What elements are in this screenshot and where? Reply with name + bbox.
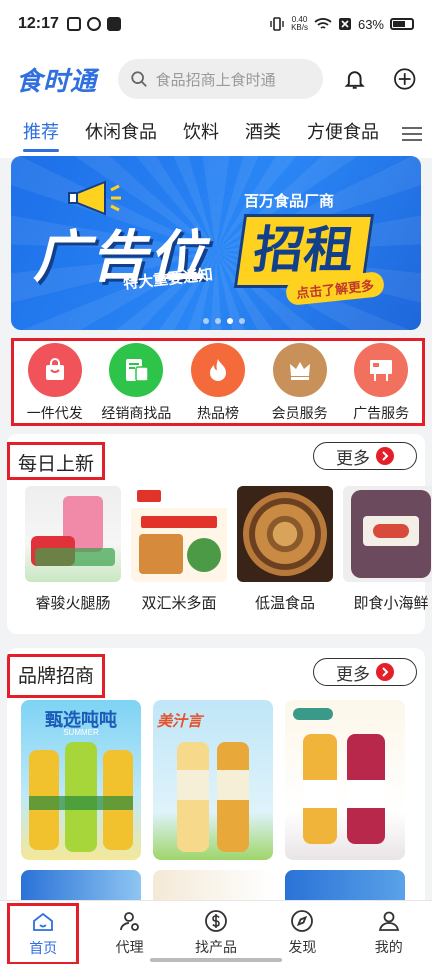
daily-new-section: 每日上新 更多 睿骏火腿肠 双汇米多面 低温食品 即食小海鲜 xyxy=(7,434,432,634)
brand-column xyxy=(285,700,405,908)
billboard-icon xyxy=(354,343,409,397)
quick-link-membership[interactable]: 会员服务 xyxy=(260,343,340,423)
product-card[interactable]: 即食小海鲜 xyxy=(343,486,432,613)
brand-card[interactable]: 甄选吨吨 SUMMER xyxy=(21,700,141,860)
section-title: 品牌招商 xyxy=(7,654,106,698)
tab-label: 代理 xyxy=(115,938,144,955)
menu-icon[interactable] xyxy=(402,126,422,142)
tab-profile[interactable]: 我的 xyxy=(353,909,425,957)
banner-subtitle: 百万食品厂商 xyxy=(244,193,335,210)
search-placeholder: 食品招商上食时通 xyxy=(155,71,276,89)
notification-icons xyxy=(66,17,121,31)
user-icon xyxy=(378,911,399,931)
crown-icon xyxy=(272,343,327,397)
status-time: 12:17 xyxy=(18,15,59,32)
tab-label: 首页 xyxy=(29,939,58,956)
vibrate-icon xyxy=(270,17,284,31)
brand-column: 甄选吨吨 SUMMER xyxy=(21,700,141,908)
quick-link-label: 广告服务 xyxy=(353,405,410,421)
add-circle-icon[interactable] xyxy=(393,67,416,91)
tab-agent[interactable]: 代理 xyxy=(94,909,166,957)
tab-drinks[interactable]: 饮料 xyxy=(170,110,232,158)
app-header: 食时通 食品招商上食时通 xyxy=(0,48,432,110)
brand-heading-sub: SUMMER xyxy=(63,728,99,737)
product-card[interactable]: 睿骏火腿肠 xyxy=(25,486,121,613)
battery-percent: 63% xyxy=(357,16,384,32)
compass-icon xyxy=(291,909,314,932)
more-label: 更多 xyxy=(336,664,370,684)
section-title: 每日上新 xyxy=(7,442,106,480)
carousel-dots xyxy=(203,318,245,324)
wifi-icon xyxy=(314,18,332,29)
tab-home[interactable]: 首页 xyxy=(7,902,80,964)
carousel-dot xyxy=(215,318,221,324)
tab-discover[interactable]: 发现 xyxy=(266,909,338,957)
quick-link-label: 经销商找品 xyxy=(101,405,172,421)
product-image xyxy=(25,486,121,582)
product-name: 即食小海鲜 xyxy=(353,595,429,612)
product-list: 睿骏火腿肠 双汇米多面 低温食品 即食小海鲜 xyxy=(25,486,432,613)
quick-link-advertising[interactable]: 广告服务 xyxy=(341,343,421,423)
product-image xyxy=(237,486,333,582)
tab-label: 发现 xyxy=(288,938,317,955)
search-bar[interactable]: 食品招商上食时通 xyxy=(117,59,324,99)
quick-link-hot-list[interactable]: 热品榜 xyxy=(178,343,258,423)
home-indicator[interactable] xyxy=(150,958,282,962)
dollar-icon xyxy=(205,909,227,932)
brand-card[interactable] xyxy=(285,700,405,860)
battery-icon xyxy=(390,18,414,30)
app-logo: 食时通 xyxy=(16,65,98,96)
tab-find-products[interactable]: 找产品 xyxy=(180,909,252,957)
quick-link-distributor[interactable]: 经销商找品 xyxy=(96,343,176,423)
carousel-dot xyxy=(203,318,209,324)
tab-liquor[interactable]: 酒类 xyxy=(232,110,294,158)
quick-link-label: 一件代发 xyxy=(26,405,83,421)
chevron-right-icon xyxy=(376,447,394,465)
more-label: 更多 xyxy=(336,448,370,468)
brand-list: 甄选吨吨 SUMMER 美汁言 xyxy=(21,700,405,908)
bell-icon[interactable] xyxy=(343,67,366,91)
brand-column: 美汁言 xyxy=(153,700,273,908)
distributor-icon xyxy=(109,343,164,397)
quick-link-dropship[interactable]: 一件代发 xyxy=(15,343,95,423)
brand-heading: 美汁言 xyxy=(157,713,203,730)
tab-snacks[interactable]: 休闲食品 xyxy=(72,110,170,158)
agent-icon xyxy=(119,911,139,931)
product-name: 双汇米多面 xyxy=(141,595,217,612)
product-image xyxy=(131,486,227,582)
chevron-right-icon xyxy=(376,663,394,681)
carousel-dot xyxy=(239,318,245,324)
brand-section: 品牌招商 更多 甄选吨吨 SUMMER 美汁言 xyxy=(7,648,425,908)
network-speed: 0.40 KB/s xyxy=(291,15,308,32)
tab-label: 我的 xyxy=(374,938,403,955)
carousel-dot-active xyxy=(227,318,233,324)
tab-instant-food[interactable]: 方便食品 xyxy=(294,110,392,158)
home-icon xyxy=(33,912,54,931)
product-name: 低温食品 xyxy=(254,595,315,612)
product-image xyxy=(343,486,432,582)
category-tabs: 推荐 休闲食品 饮料 酒类 方便食品 xyxy=(0,110,432,158)
quick-links: 一件代发 经销商找品 热品榜 会员服务 广告服务 xyxy=(11,338,425,426)
product-name: 睿骏火腿肠 xyxy=(35,595,111,612)
brand-card[interactable]: 美汁言 xyxy=(153,700,273,860)
shopping-bag-icon xyxy=(27,343,82,397)
notification-icon xyxy=(66,17,81,31)
tab-recommend[interactable]: 推荐 xyxy=(10,110,72,158)
status-right: 0.40 KB/s 63% xyxy=(269,16,414,32)
product-card[interactable]: 低温食品 xyxy=(237,486,333,613)
quick-link-label: 热品榜 xyxy=(196,405,239,421)
bottom-tab-bar: 首页 代理 找产品 发现 我的 xyxy=(0,900,432,964)
ad-banner[interactable]: 百万食品厂商 广告位 招租 特大重要通知 点击了解更多 xyxy=(11,156,421,330)
product-card[interactable]: 双汇米多面 xyxy=(131,486,227,613)
tiktok-icon xyxy=(106,17,121,31)
flame-icon xyxy=(190,343,245,397)
app-notification-icon xyxy=(86,17,101,31)
more-button[interactable]: 更多 xyxy=(313,442,417,470)
search-icon xyxy=(130,71,147,87)
quick-link-label: 会员服务 xyxy=(271,405,328,421)
no-sim-icon xyxy=(338,18,351,30)
tab-label: 找产品 xyxy=(194,938,237,955)
more-button[interactable]: 更多 xyxy=(313,658,417,686)
status-bar: 12:17 0.40 KB/s 63% xyxy=(0,0,432,48)
